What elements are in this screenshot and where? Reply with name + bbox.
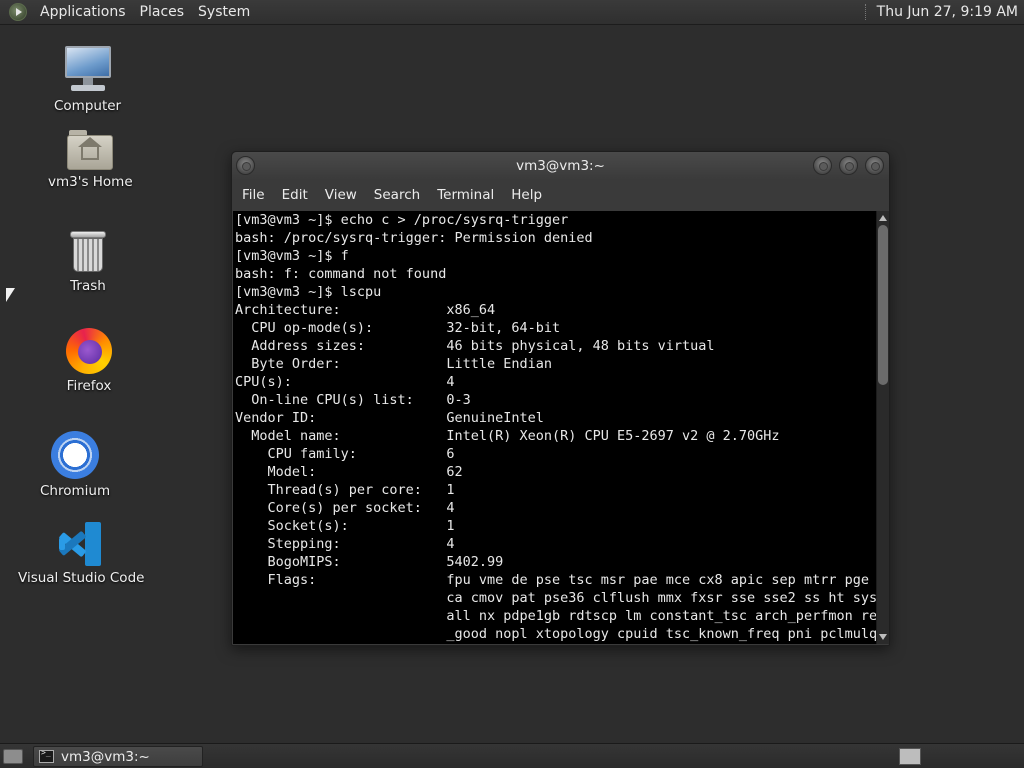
terminal-line: CPU op-mode(s): 32-bit, 64-bit — [235, 320, 561, 336]
desktop-icon-computer[interactable]: Computer — [54, 46, 121, 114]
terminal-line: all nx pdpe1gb rdtscp lm constant_tsc ar… — [235, 608, 876, 624]
menu-file[interactable]: File — [235, 180, 272, 210]
terminal-window[interactable]: vm3@vm3:~ File Edit View Search Terminal… — [231, 151, 890, 646]
scroll-up-icon[interactable] — [879, 215, 887, 221]
taskbar-item-label: vm3@vm3:~ — [61, 748, 150, 765]
home-folder-icon — [67, 130, 114, 170]
window-titlebar[interactable]: vm3@vm3:~ — [232, 152, 889, 180]
desktop-icon-label: Firefox — [66, 378, 112, 394]
terminal-line: Flags: fpu vme de pse tsc msr pae mce cx… — [235, 572, 876, 588]
terminal-line: BogoMIPS: 5402.99 — [235, 554, 504, 570]
taskbar-item-terminal[interactable]: vm3@vm3:~ — [33, 746, 203, 767]
bottom-panel: vm3@vm3:~ — [0, 743, 1024, 768]
applications-menu-icon[interactable] — [9, 3, 27, 21]
menu-places[interactable]: Places — [133, 0, 192, 25]
terminal-line: bash: /proc/sysrq-trigger: Permission de… — [235, 230, 593, 246]
terminal-line: Address sizes: 46 bits physical, 48 bits… — [235, 338, 715, 354]
terminal-line: Model name: Intel(R) Xeon(R) CPU E5-2697… — [235, 428, 780, 444]
menu-help[interactable]: Help — [504, 180, 549, 210]
panel-separator — [864, 4, 867, 20]
menu-search[interactable]: Search — [367, 180, 427, 210]
desktop-icon-home[interactable]: vm3's Home — [48, 130, 133, 190]
firefox-icon — [66, 328, 112, 374]
desktop-icon-vscode[interactable]: Visual Studio Code — [18, 522, 144, 586]
terminal-line: ca cmov pat pse36 clflush mmx fxsr sse s… — [235, 590, 876, 606]
desktop-icon-firefox[interactable]: Firefox — [66, 328, 112, 394]
maximize-button[interactable] — [839, 156, 858, 175]
window-title: vm3@vm3:~ — [516, 158, 605, 174]
terminal-line: Model: 62 — [235, 464, 463, 480]
terminal-line: bash: f: command not found — [235, 266, 447, 282]
menu-terminal[interactable]: Terminal — [430, 180, 501, 210]
desktop-icon-label: Trash — [70, 278, 106, 294]
close-button[interactable] — [865, 156, 884, 175]
show-desktop-icon[interactable] — [3, 749, 23, 764]
top-panel: Applications Places System Thu Jun 27, 9… — [0, 0, 1024, 25]
trash-icon — [69, 230, 107, 274]
terminal-line: CPU(s): 4 — [235, 374, 455, 390]
menu-applications[interactable]: Applications — [33, 0, 133, 25]
menu-system[interactable]: System — [191, 0, 257, 25]
terminal-line: Socket(s): 1 — [235, 518, 455, 534]
terminal-line: Architecture: x86_64 — [235, 302, 496, 318]
clock[interactable]: Thu Jun 27, 9:19 AM — [877, 4, 1024, 20]
desktop-icon-label: Visual Studio Code — [18, 570, 145, 586]
minimize-button[interactable] — [813, 156, 832, 175]
desktop-icon-label: vm3's Home — [48, 174, 133, 190]
desktop-icon-label: Computer — [54, 98, 122, 114]
terminal-line: Vendor ID: GenuineIntel — [235, 410, 544, 426]
workspace-switcher[interactable] — [899, 748, 921, 765]
terminal-line: On-line CPU(s) list: 0-3 — [235, 392, 471, 408]
computer-icon — [63, 46, 113, 94]
terminal-line: [vm3@vm3 ~]$ echo c > /proc/sysrq-trigge… — [235, 212, 569, 228]
terminal-icon — [39, 748, 54, 763]
mouse-cursor-icon — [6, 288, 15, 302]
desktop-icon-chromium[interactable]: Chromium — [40, 431, 110, 499]
desktop-icon-label: Chromium — [40, 483, 111, 499]
menu-edit[interactable]: Edit — [275, 180, 315, 210]
desktop-icon-trash[interactable]: Trash — [69, 230, 107, 294]
menu-view[interactable]: View — [318, 180, 364, 210]
terminal-scrollbar[interactable] — [876, 211, 889, 644]
scroll-down-icon[interactable] — [879, 634, 887, 640]
terminal-line: _good nopl xtopology cpuid tsc_known_fre… — [235, 626, 876, 642]
terminal-line: [vm3@vm3 ~]$ f — [235, 248, 349, 264]
terminal-menubar: File Edit View Search Terminal Help — [232, 180, 889, 210]
terminal-line: Core(s) per socket: 4 — [235, 500, 455, 516]
terminal-line: Byte Order: Little Endian — [235, 356, 552, 372]
terminal-line: Stepping: 4 — [235, 536, 455, 552]
chromium-icon — [51, 431, 100, 479]
terminal-output[interactable]: [vm3@vm3 ~]$ echo c > /proc/sysrq-trigge… — [233, 211, 876, 644]
terminal-line: Thread(s) per core: 1 — [235, 482, 455, 498]
vscode-icon — [58, 522, 103, 566]
window-menu-button[interactable] — [236, 156, 255, 175]
terminal-line: [vm3@vm3 ~]$ lscpu — [235, 284, 382, 300]
terminal-line: CPU family: 6 — [235, 446, 455, 462]
scroll-thumb[interactable] — [878, 225, 888, 385]
